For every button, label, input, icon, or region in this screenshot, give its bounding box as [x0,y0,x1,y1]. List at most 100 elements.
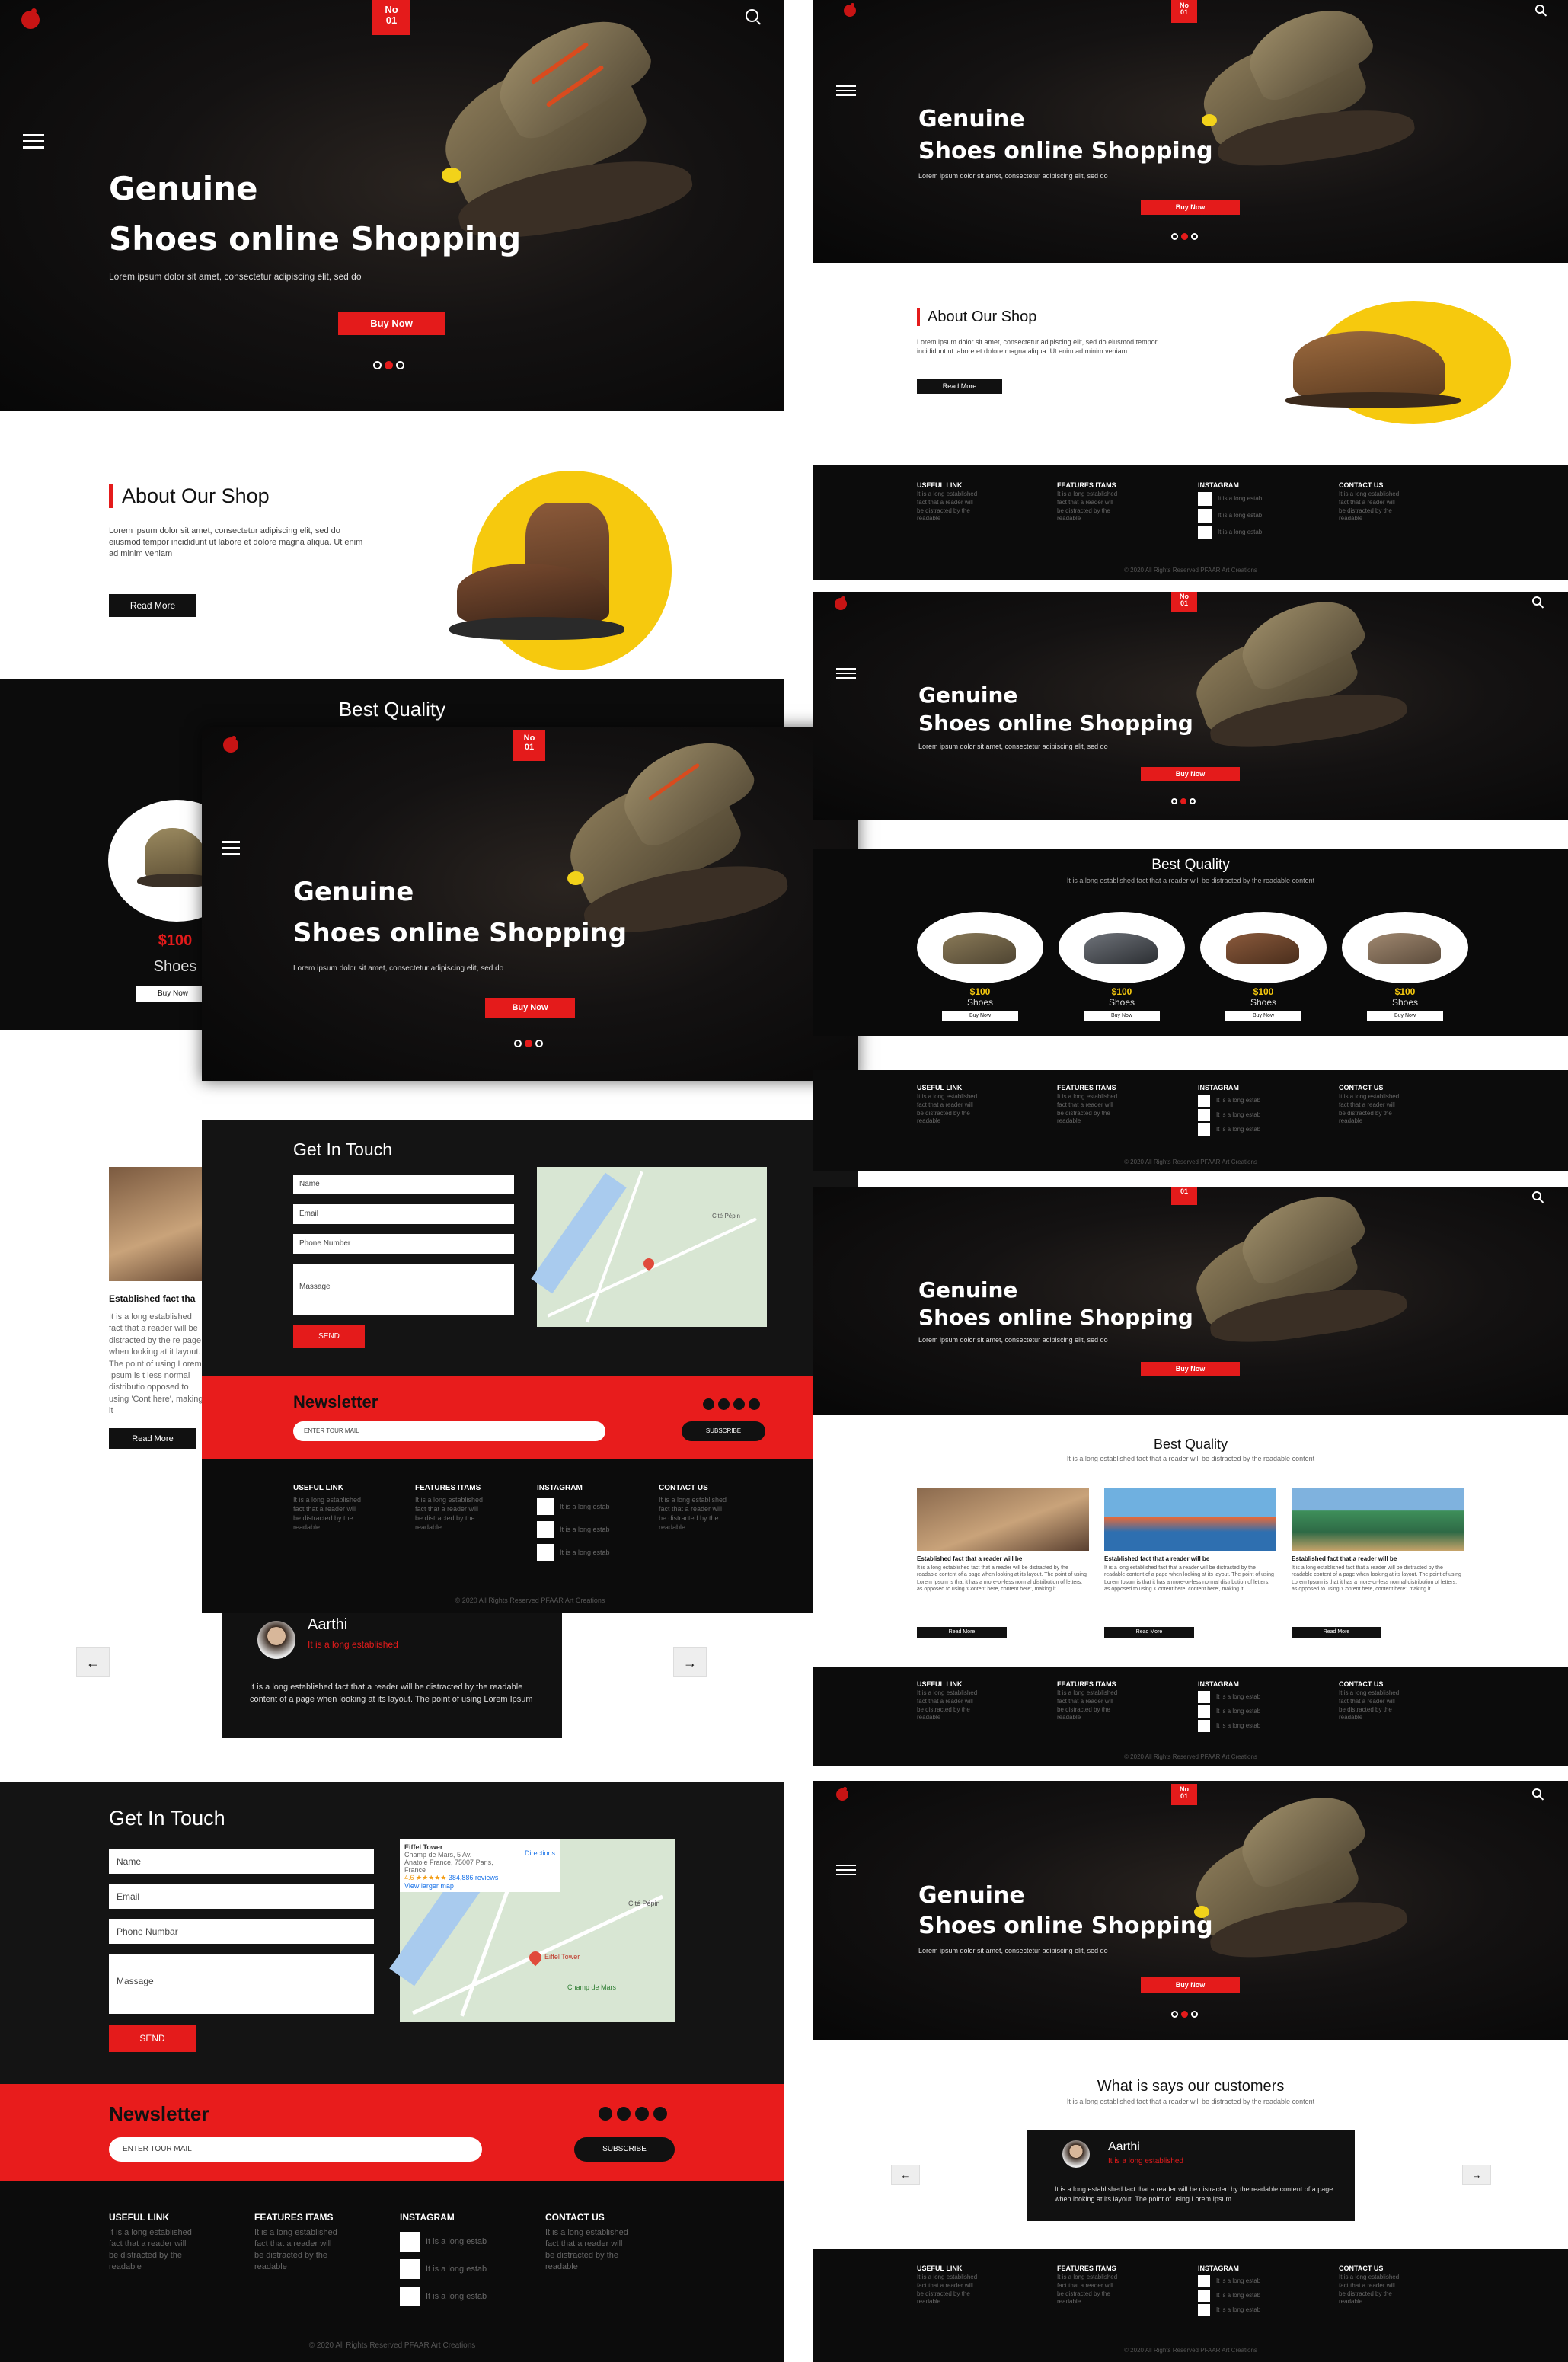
instagram-item[interactable]: It is a long estab [537,1498,628,1515]
testimonial-prev-arrow[interactable]: ← [76,1647,110,1677]
twitter-icon[interactable] [617,2107,631,2121]
facebook-icon[interactable] [703,1398,714,1410]
instagram-item[interactable]: It is a long estab [1198,1109,1289,1121]
blog-read-more-button[interactable]: Read More [109,1428,196,1449]
instagram-item[interactable]: It is a long estab [1198,2290,1289,2302]
instagram-item[interactable]: It is a long estab [1198,492,1289,506]
product-buy-button[interactable]: Buy Now [1084,1011,1160,1021]
instagram-item[interactable]: It is a long estab [537,1521,628,1538]
menu-icon[interactable] [836,668,856,682]
buy-now-button[interactable]: Buy Now [338,312,445,335]
footer-useful-col: USEFUL LINK It is a long established fac… [917,1084,978,1126]
menu-icon[interactable] [222,841,240,859]
blog-read-more-button[interactable]: Read More [1104,1627,1194,1638]
logo-icon[interactable] [844,3,856,17]
instagram-item[interactable]: It is a long estab [400,2287,514,2306]
message-field[interactable]: Massage [109,1954,374,2014]
product-buy-button[interactable]: Buy Now [1225,1011,1301,1021]
search-icon[interactable] [1532,596,1541,606]
instagram-item[interactable]: It is a long estab [400,2259,514,2279]
logo-icon[interactable] [836,1787,848,1801]
instagram-icon[interactable] [653,2107,667,2121]
blog-read-more-button[interactable]: Read More [917,1627,1007,1638]
message-field[interactable]: Massage [293,1264,514,1315]
product-buy-button[interactable]: Buy Now [1367,1011,1443,1021]
buy-now-button[interactable]: Buy Now [1141,1362,1240,1376]
search-icon[interactable] [1532,1788,1541,1798]
logo-icon[interactable] [21,8,40,29]
instagram-item[interactable]: It is a long estab [400,2232,514,2252]
footer-instagram-col: INSTAGRAM It is a long estab It is a lon… [1198,481,1289,539]
send-button[interactable]: SEND [109,2025,196,2052]
instagram-item[interactable]: It is a long estab [1198,1095,1289,1107]
blog-subtitle: It is a long established fact that a rea… [1066,1455,1315,1462]
product-name: Shoes [1250,997,1277,1008]
product-shoe-image [1368,933,1441,964]
slider-dots[interactable] [1171,230,1201,244]
subscribe-button[interactable]: SUBSCRIBE [682,1421,765,1441]
instagram-item[interactable]: It is a long estab [537,1544,628,1561]
map-widget[interactable]: Eiffel Tower Champ de Mars, 5 Av. Anatol… [389,1839,675,2022]
instagram-item-text: It is a long estab [1216,2291,1261,2299]
overlay-newsletter: Newsletter ENTER TOUR MAIL SUBSCRIBE [202,1376,858,1459]
logo-icon[interactable] [223,735,238,753]
instagram-item[interactable]: It is a long estab [1198,1705,1289,1718]
instagram-item[interactable]: It is a long estab [1198,1720,1289,1732]
search-icon[interactable] [1532,1191,1541,1200]
footer-features-col: FEATURES ITAMS It is a long established … [415,1484,484,1533]
send-button[interactable]: SEND [293,1325,365,1348]
read-more-button[interactable]: Read More [917,379,1002,394]
instagram-item-text: It is a long estab [1218,494,1263,502]
newsletter-input[interactable]: ENTER TOUR MAIL [109,2137,482,2162]
phone-field[interactable]: Phone Number [293,1234,514,1254]
name-field[interactable]: Name [109,1849,374,1874]
name-field[interactable]: Name [293,1175,514,1194]
instagram-item[interactable]: It is a long estab [1198,2304,1289,2316]
best-quality-subtitle: It is a long established fact that a rea… [1066,877,1315,884]
slider-dots[interactable] [514,1037,546,1051]
slider-dots[interactable] [1171,794,1199,808]
hero-shoe-image [1171,1187,1415,1362]
search-icon[interactable] [1535,5,1544,14]
buy-now-button[interactable]: Buy Now [1141,200,1240,215]
footer-features-title: FEATURES ITAMS [1057,1680,1116,1688]
instagram-item[interactable]: It is a long estab [1198,1691,1289,1703]
instagram-item[interactable]: It is a long estab [1198,2275,1289,2287]
copyright: © 2020 All Rights Reserved PFAAR Art Cre… [1124,2347,1257,2354]
buy-now-button[interactable]: Buy Now [1141,767,1240,781]
map-widget[interactable]: Cité Pépin [531,1167,767,1327]
logo-icon[interactable] [835,596,847,610]
menu-icon[interactable] [836,1865,856,1879]
read-more-button[interactable]: Read More [109,594,196,617]
buy-now-button[interactable]: Buy Now [1141,1977,1240,1993]
instagram-icon[interactable] [749,1398,760,1410]
blog-read-more-button[interactable]: Read More [1292,1627,1381,1638]
email-field[interactable]: Email [109,1884,374,1909]
instagram-item[interactable]: It is a long estab [1198,526,1289,539]
product-buy-button[interactable]: Buy Now [942,1011,1018,1021]
testimonial-next-arrow[interactable]: → [673,1647,707,1677]
slider-dots[interactable] [373,360,407,373]
map-directions[interactable]: Directions [525,1849,555,1857]
phone-field[interactable]: Phone Numbar [109,1919,374,1944]
instagram-item[interactable]: It is a long estab [1198,509,1289,523]
menu-icon[interactable] [23,134,44,152]
instagram-item[interactable]: It is a long estab [1198,1123,1289,1136]
testimonial-prev-arrow[interactable]: ← [891,2165,920,2185]
testimonial-next-arrow[interactable]: → [1462,2165,1491,2185]
twitter-icon[interactable] [718,1398,730,1410]
email-field[interactable]: Email [293,1204,514,1224]
product-buy-button[interactable]: Buy Now [136,986,210,1002]
newsletter-input[interactable]: ENTER TOUR MAIL [293,1421,605,1441]
linkedin-icon[interactable] [733,1398,745,1410]
menu-icon[interactable] [836,85,856,100]
buy-now-button[interactable]: Buy Now [485,998,575,1018]
subscribe-button[interactable]: SUBSCRIBE [574,2137,675,2162]
map-larger-link[interactable]: View larger map [404,1882,555,1890]
about-section: About Our Shop Lorem ipsum dolor sit ame… [0,411,784,679]
blog-image [109,1167,204,1281]
facebook-icon[interactable] [599,2107,612,2121]
slider-dots[interactable] [1171,2008,1201,2022]
search-icon[interactable] [746,9,758,22]
linkedin-icon[interactable] [635,2107,649,2121]
